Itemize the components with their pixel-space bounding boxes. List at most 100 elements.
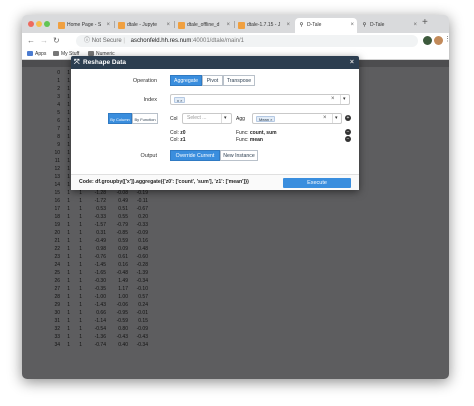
agg-func-label: Func: <box>236 130 249 136</box>
tab-close-icon[interactable]: × <box>226 18 230 33</box>
transpose-button[interactable]: Transpose <box>223 75 255 86</box>
profile-avatar[interactable] <box>434 36 443 45</box>
agg-func: Func: count, sum <box>236 130 277 136</box>
modal-footer: Code: df.groupby(['x']).aggregate({'z0':… <box>71 174 359 190</box>
reshape-icon: ⤧ <box>74 59 80 66</box>
chevron-down-icon[interactable]: ▾ <box>340 95 346 104</box>
table-cell: -0.74 <box>94 342 106 348</box>
browser-tab[interactable]: ⚲ D-Tale × <box>358 18 420 33</box>
agg-chip-label: Mean <box>259 117 270 122</box>
agg-func-value: count, sum <box>249 130 277 136</box>
agg-col-label: Col: <box>170 130 179 136</box>
agg-func-label: Func: <box>236 137 249 143</box>
output-label: Output <box>140 153 157 159</box>
close-window-button[interactable] <box>28 21 34 27</box>
tab-close-icon[interactable]: × <box>106 18 110 33</box>
tab-label: D-Tale <box>307 22 322 28</box>
code-preview: Code: df.groupby(['x']).aggregate({'z0':… <box>79 179 249 185</box>
remove-aggregation-button[interactable]: − <box>345 129 351 135</box>
override-current-button[interactable]: Override Current <box>170 150 220 161</box>
extension-icon[interactable] <box>423 36 432 45</box>
security-label: Not Secure <box>91 38 122 44</box>
reload-icon[interactable]: ↻ <box>53 35 60 47</box>
column-select[interactable]: Select ... ▾ <box>182 113 232 124</box>
pivot-button[interactable]: Pivot <box>202 75 223 86</box>
info-icon: ⓘ <box>84 38 91 44</box>
aggregation-select[interactable]: Mean × × ▾ <box>252 113 342 124</box>
table-cell: 0.40 <box>118 342 128 348</box>
maximize-window-button[interactable] <box>44 21 50 27</box>
agg-func-value: mean <box>249 137 263 143</box>
table-cell: -0.34 <box>136 342 148 348</box>
operation-label: Operation <box>132 78 157 84</box>
minimize-window-button[interactable] <box>36 21 42 27</box>
table-row: 34 1 1 -0.74 0.40 -0.34 <box>22 341 449 350</box>
browser-tab[interactable]: Home Page - S × <box>55 18 113 33</box>
new-tab-button[interactable]: + <box>422 17 428 28</box>
search-icon: ⚲ <box>299 22 304 28</box>
index-label: Index <box>143 97 157 103</box>
jupyter-icon <box>178 22 185 29</box>
browser-tab-active[interactable]: ⚲ D-Tale × <box>295 18 357 33</box>
modal-title: Reshape Data <box>83 59 126 66</box>
tab-label: dtale_offline_d <box>187 22 220 28</box>
tab-label: D-Tale <box>370 22 385 28</box>
column-select-placeholder: Select ... <box>187 115 207 121</box>
clear-icon[interactable]: × <box>323 114 327 123</box>
tab-label: dtale - Jupyte <box>127 22 158 28</box>
tab-label: Home Page - S <box>67 22 102 28</box>
browser-tab[interactable]: dtale_offline_d × <box>175 18 233 33</box>
clear-icon[interactable]: × <box>331 95 335 104</box>
chevron-down-icon[interactable]: ▾ <box>332 114 338 123</box>
table-cell: 1 <box>79 342 82 348</box>
table-cell: 1 <box>67 342 70 348</box>
browser-toolbar: ← → ↻ ⓘ Not Secure | aschonfeld.hh.res.n… <box>22 33 449 49</box>
aggregate-button[interactable]: Aggregate <box>170 75 202 86</box>
browser-tab[interactable]: dtale - Jupyte × <box>115 18 173 33</box>
new-instance-button[interactable]: New Instance <box>220 150 258 161</box>
agg-label: Agg <box>236 116 245 122</box>
remove-aggregation-button[interactable]: − <box>345 136 351 142</box>
index-chip-label: x <box>177 98 179 103</box>
execute-button[interactable]: Execute <box>283 178 351 188</box>
chip-remove-icon[interactable]: × <box>270 117 272 122</box>
jupyter-icon <box>58 22 65 29</box>
reshape-modal: ⤧ Reshape Data × Operation Aggregate Piv… <box>71 56 359 190</box>
jupyter-icon <box>118 22 125 29</box>
url-path: :40001/dtale/main/1 <box>191 38 245 44</box>
back-icon[interactable]: ← <box>27 35 35 47</box>
browser-tab[interactable]: dtale-1.7.15 - J × <box>235 18 293 33</box>
apps-icon <box>27 51 33 56</box>
bookmark-apps[interactable]: Apps <box>27 49 46 59</box>
index-select[interactable]: x × × ▾ <box>170 94 350 105</box>
search-icon: ⚲ <box>362 22 367 28</box>
agg-col-value: z1 <box>180 137 186 143</box>
tab-label: dtale-1.7.15 - J <box>247 22 281 28</box>
url-host: aschonfeld.hh.res.num <box>130 38 192 44</box>
modal-header: ⤧ Reshape Data × <box>71 56 359 69</box>
agg-chip[interactable]: Mean × <box>256 116 276 122</box>
tab-close-icon[interactable]: × <box>413 18 417 33</box>
code-text: df.groupby(['x']).aggregate({'z0': ['cou… <box>95 179 249 185</box>
chip-remove-icon[interactable]: × <box>180 98 182 103</box>
add-aggregation-button[interactable]: + <box>345 115 351 121</box>
tab-close-icon[interactable]: × <box>350 18 354 33</box>
tab-bar: Home Page - S × dtale - Jupyte × dtale_o… <box>22 15 449 33</box>
close-icon[interactable]: × <box>350 56 354 69</box>
by-function-button[interactable]: By Function <box>132 113 158 124</box>
chevron-down-icon[interactable]: ▾ <box>221 114 227 123</box>
tab-close-icon[interactable]: × <box>286 18 290 33</box>
menu-icon[interactable]: ⋮ <box>444 34 449 46</box>
divider: | <box>123 38 125 44</box>
tab-close-icon[interactable]: × <box>166 18 170 33</box>
bookmark-label: Apps <box>35 51 47 57</box>
index-chip[interactable]: x × <box>174 97 186 103</box>
agg-func: Func: mean <box>236 137 263 143</box>
agg-row: Col: z1 <box>170 137 186 143</box>
agg-col-value: z0 <box>180 130 186 136</box>
forward-icon[interactable]: → <box>40 35 48 47</box>
address-bar[interactable]: ⓘ Not Secure | aschonfeld.hh.res.num:400… <box>76 35 418 47</box>
agg-row: Col: z0 <box>170 130 186 136</box>
by-column-button[interactable]: By Column <box>108 113 132 124</box>
folder-icon <box>53 51 59 56</box>
